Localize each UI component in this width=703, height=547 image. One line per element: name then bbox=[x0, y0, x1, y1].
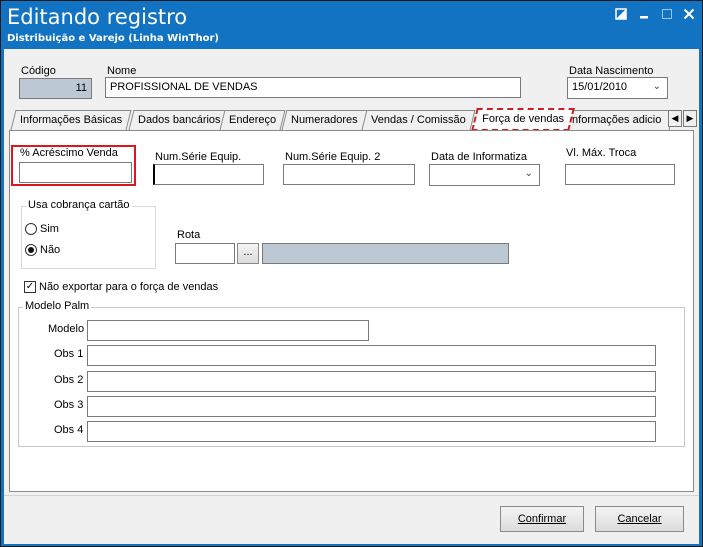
cobranca-nao-label: Não bbox=[40, 244, 61, 256]
tab-dados-bancarios[interactable]: Dados bancários bbox=[128, 110, 231, 130]
window-title: Editando registro bbox=[7, 5, 188, 29]
restore-icon[interactable] bbox=[611, 5, 631, 25]
rota-field[interactable] bbox=[175, 243, 235, 264]
maximize-icon[interactable] bbox=[657, 5, 677, 25]
chevron-down-icon[interactable]: ⌄ bbox=[525, 168, 533, 179]
dialog-footer: Confirmar Cancelar bbox=[4, 495, 699, 544]
informatiza-label: Data de Informatiza bbox=[431, 151, 527, 163]
tab-strip: Informações Básicas Dados bancários Ende… bbox=[9, 108, 699, 131]
highlight-box bbox=[11, 145, 136, 186]
obs3-label: Obs 3 bbox=[54, 399, 84, 411]
tab-numeradores[interactable]: Numeradores bbox=[281, 110, 368, 130]
cobranca-group-label: Usa cobrança cartão bbox=[26, 199, 132, 211]
serie1-field[interactable] bbox=[153, 164, 264, 185]
form-content: Código 11 Nome PROFISSIONAL DE VENDAS Da… bbox=[4, 49, 699, 495]
nascimento-field[interactable]: 15/01/2010 ⌄ bbox=[567, 77, 668, 99]
palm-group-label: Modelo Palm bbox=[23, 300, 92, 312]
serie1-label: Num.Série Equip. bbox=[155, 151, 242, 163]
nascimento-value: 15/01/2010 bbox=[572, 81, 628, 93]
tab-vendas-comissao[interactable]: Vendas / Comissão bbox=[361, 110, 476, 130]
obs4-field[interactable] bbox=[87, 421, 656, 442]
cancelar-button[interactable]: Cancelar bbox=[595, 506, 684, 532]
chevron-down-icon[interactable]: ⌄ bbox=[653, 81, 661, 92]
cobranca-sim-radio[interactable] bbox=[25, 223, 37, 235]
obs2-field[interactable] bbox=[87, 371, 656, 392]
nome-label: Nome bbox=[107, 65, 137, 77]
tab-scroll-left-icon[interactable]: ◀ bbox=[668, 110, 682, 127]
title-bar: Editando registro Distribuição e Varejo … bbox=[1, 1, 702, 49]
codigo-field: 11 bbox=[19, 78, 92, 99]
obs2-label: Obs 2 bbox=[54, 374, 84, 386]
tab-forca-de-vendas[interactable]: Força de vendas bbox=[471, 108, 575, 131]
obs1-label: Obs 1 bbox=[54, 348, 84, 360]
nome-field[interactable]: PROFISSIONAL DE VENDAS bbox=[105, 77, 521, 98]
rota-lookup-button[interactable]: ... bbox=[237, 243, 259, 264]
window-subtitle: Distribuição e Varejo (Linha WinThor) bbox=[7, 33, 219, 44]
dialog-window: Editando registro Distribuição e Varejo … bbox=[0, 0, 703, 547]
obs4-label: Obs 4 bbox=[54, 424, 84, 436]
obs3-field[interactable] bbox=[87, 396, 656, 417]
cobranca-sim-label: Sim bbox=[40, 223, 59, 235]
obs1-field[interactable] bbox=[87, 345, 656, 366]
exportar-label: Não exportar para o força de vendas bbox=[39, 281, 219, 293]
exportar-checkbox[interactable]: ✓ bbox=[24, 281, 36, 293]
serie2-field[interactable] bbox=[283, 164, 415, 185]
confirmar-button[interactable]: Confirmar bbox=[500, 506, 584, 532]
modelo-field[interactable] bbox=[87, 320, 369, 341]
nascimento-label: Data Nascimento bbox=[569, 65, 654, 77]
forca-de-vendas-panel: % Acréscimo Venda Num.Série Equip. Num.S… bbox=[9, 130, 694, 492]
codigo-label: Código bbox=[21, 65, 56, 77]
close-icon[interactable] bbox=[679, 5, 699, 25]
tab-scroll-right-icon[interactable]: ▶ bbox=[683, 110, 697, 127]
tab-endereco[interactable]: Endereço bbox=[219, 110, 286, 130]
informatiza-field[interactable]: ⌄ bbox=[429, 164, 540, 186]
cobranca-nao-radio[interactable] bbox=[25, 244, 37, 256]
serie2-label: Num.Série Equip. 2 bbox=[285, 151, 381, 163]
rota-label: Rota bbox=[177, 229, 201, 241]
modelo-label: Modelo bbox=[48, 323, 85, 335]
troca-field[interactable] bbox=[565, 164, 675, 185]
tab-informacoes-adicionais[interactable]: Informações adicio bbox=[559, 110, 675, 130]
minimize-icon[interactable] bbox=[635, 5, 655, 25]
tab-informacoes-basicas[interactable]: Informações Básicas bbox=[10, 110, 132, 130]
cobranca-group: Usa cobrança cartão bbox=[21, 199, 156, 269]
rota-description-field bbox=[262, 243, 509, 264]
troca-label: Vl. Máx. Troca bbox=[566, 147, 637, 159]
